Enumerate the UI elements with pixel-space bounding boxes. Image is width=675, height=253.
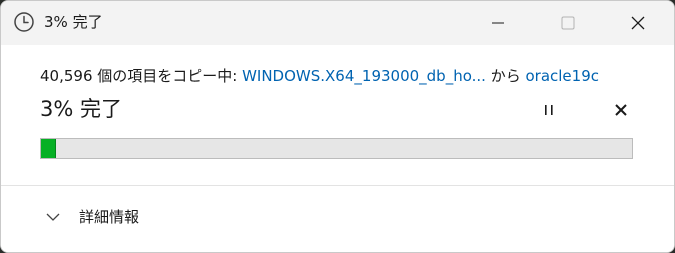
more-details-toggle[interactable]: 詳細情報 (1, 186, 674, 252)
clock-icon (14, 12, 34, 32)
maximize-button (546, 1, 590, 45)
title-bar[interactable]: 3% 完了 (1, 1, 674, 45)
pause-icon (545, 105, 553, 115)
close-icon (631, 16, 645, 30)
copy-middle-text: から (485, 67, 526, 85)
progress-bar-fill (41, 139, 57, 158)
progress-panel: 40,596 個の項目をコピー中: WINDOWS.X64_193000_db_… (1, 45, 674, 185)
window-title: 3% 完了 (44, 13, 103, 31)
percent-complete: 3% 完了 (40, 97, 122, 121)
cancel-copy-button[interactable] (610, 99, 632, 121)
copy-prefix: 40,596 個の項目をコピー中: (40, 67, 243, 85)
close-window-button[interactable] (616, 1, 660, 45)
source-folder-link[interactable]: WINDOWS.X64_193000_db_ho... (242, 67, 486, 85)
pause-button[interactable] (538, 99, 560, 121)
progress-bar (40, 138, 633, 159)
close-icon (615, 104, 627, 116)
copy-description: 40,596 個の項目をコピー中: WINDOWS.X64_193000_db_… (40, 65, 599, 87)
maximize-icon (561, 16, 575, 30)
minimize-button[interactable] (476, 1, 520, 45)
minimize-icon (492, 22, 504, 24)
chevron-down-icon (46, 213, 60, 221)
copy-progress-dialog: 3% 完了 40,596 個の項目をコピー中: WINDOWS.X64_1930… (0, 0, 675, 253)
more-details-label: 詳細情報 (79, 208, 140, 226)
destination-folder-link[interactable]: oracle19c (525, 67, 599, 85)
